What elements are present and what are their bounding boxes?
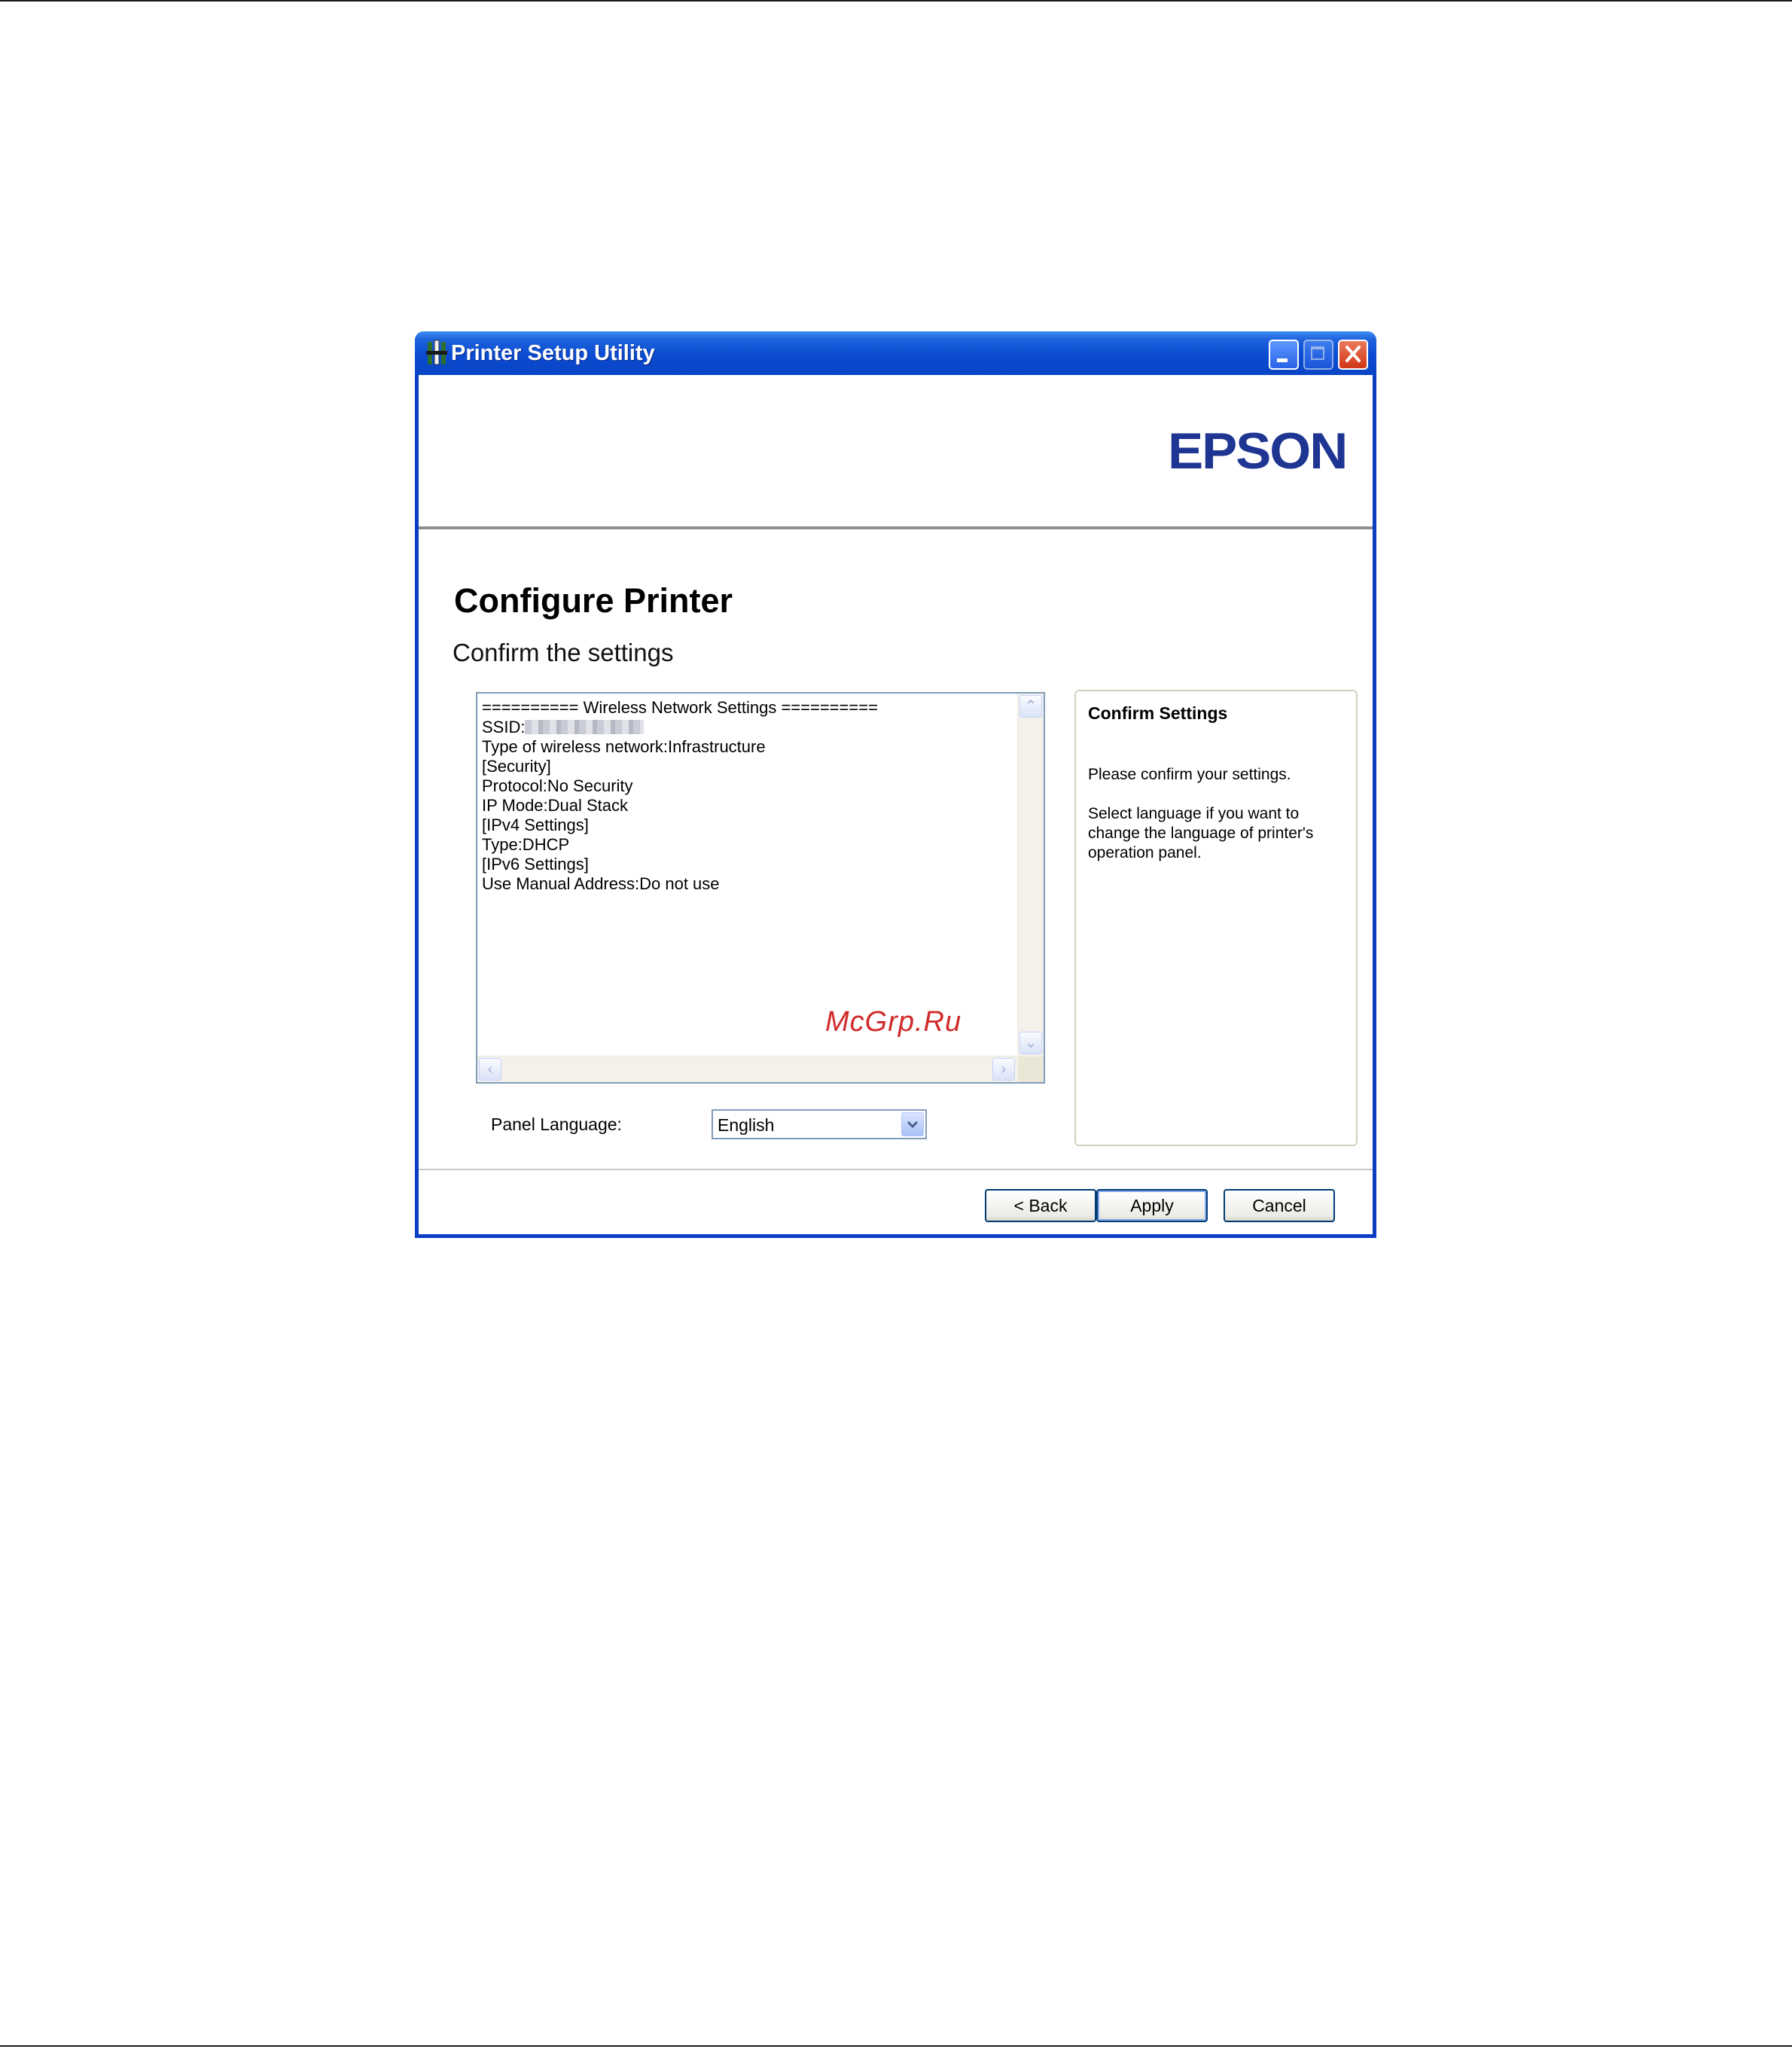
settings-line: Protocol:No Security: [482, 776, 633, 795]
chevron-right-icon: ›: [1001, 1061, 1007, 1078]
blurred-ssid-value: [525, 720, 645, 734]
help-panel: Confirm Settings Please confirm your set…: [1074, 690, 1358, 1146]
page-title: Configure Printer: [454, 581, 733, 620]
minimize-icon: [1277, 358, 1288, 362]
banner-separator: [419, 526, 1373, 529]
panel-language-value: English: [718, 1115, 775, 1135]
chevron-left-icon: ‹: [487, 1061, 493, 1078]
settings-line: [IPv6 Settings]: [482, 855, 589, 874]
panel-language-label: Panel Language:: [491, 1114, 622, 1134]
cancel-button[interactable]: Cancel: [1224, 1189, 1335, 1222]
dialog-client-area: EPSON Configure Printer Confirm the sett…: [419, 375, 1373, 1234]
printer-setup-window: Printer Setup Utility EPSON Configure Pr…: [415, 331, 1376, 1238]
settings-line: ========== Wireless Network Settings ===…: [482, 698, 878, 717]
settings-line: Use Manual Address:Do not use: [482, 874, 720, 893]
chevron-down-icon: ⌄: [1024, 1035, 1038, 1051]
scroll-down-button[interactable]: ⌄: [1019, 1032, 1042, 1054]
page-subtitle: Confirm the settings: [453, 639, 674, 666]
settings-line: IP Mode:Dual Stack: [482, 796, 629, 815]
settings-line: Type:DHCP: [482, 835, 570, 854]
epson-logo: EPSON: [1168, 422, 1348, 480]
help-title: Confirm Settings: [1088, 703, 1228, 723]
chevron-down-icon: [907, 1121, 919, 1129]
settings-line: [IPv4 Settings]: [482, 816, 589, 834]
settings-line: [Security]: [482, 757, 551, 776]
close-button[interactable]: [1338, 340, 1368, 370]
maximize-button[interactable]: [1303, 340, 1333, 370]
settings-text: ========== Wireless Network Settings ===…: [482, 698, 1009, 894]
scroll-up-button[interactable]: ⌃: [1019, 695, 1042, 718]
maximize-icon: [1311, 346, 1324, 360]
page-bottom-rule: [0, 2045, 1792, 2047]
footer-separator: [419, 1169, 1373, 1170]
scrollbar-corner: [1018, 1057, 1044, 1082]
help-text-confirm: Please confirm your settings.: [1088, 766, 1291, 783]
minimize-button[interactable]: [1269, 340, 1299, 370]
apply-button[interactable]: Apply: [1096, 1189, 1208, 1222]
horizontal-scrollbar[interactable]: ‹ ›: [477, 1056, 1018, 1082]
watermark-text: McGrp.Ru: [825, 1006, 962, 1038]
dropdown-button[interactable]: [901, 1112, 924, 1136]
help-text-language: Select language if you want to change th…: [1088, 805, 1314, 861]
back-button[interactable]: < Back: [985, 1189, 1096, 1222]
page-top-rule: [0, 0, 1792, 2]
chevron-up-icon: ⌃: [1024, 698, 1038, 715]
panel-language-select[interactable]: English: [712, 1109, 927, 1139]
settings-line-ssid: SSID:: [482, 718, 1009, 737]
scroll-left-button[interactable]: ‹: [479, 1058, 501, 1081]
title-bar[interactable]: Printer Setup Utility: [415, 331, 1376, 375]
brand-banner: EPSON: [419, 375, 1373, 526]
scroll-right-button[interactable]: ›: [992, 1058, 1015, 1081]
window-title: Printer Setup Utility: [451, 341, 655, 365]
printer-utility-icon: [426, 340, 447, 365]
vertical-scrollbar[interactable]: ⌃ ⌄: [1017, 694, 1044, 1057]
settings-line: Type of wireless network:Infrastructure: [482, 737, 766, 756]
close-icon: [1346, 346, 1361, 362]
